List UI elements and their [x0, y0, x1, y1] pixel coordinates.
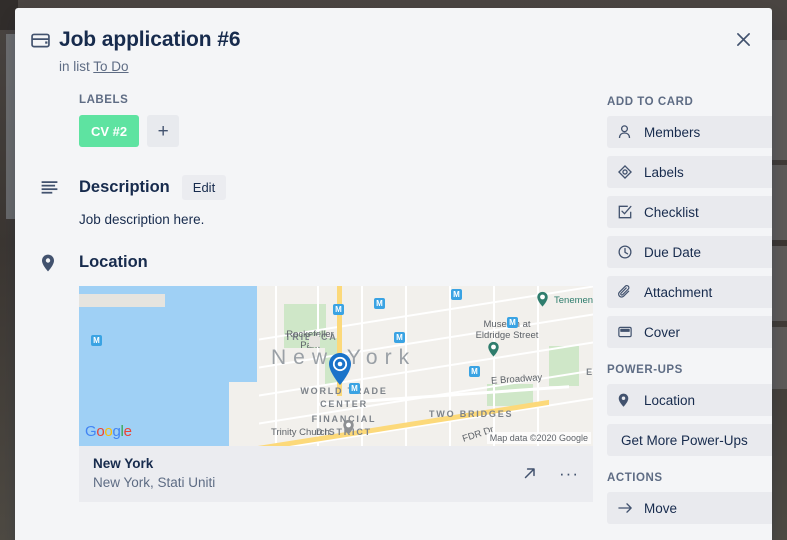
map-transit-badge: M [333, 304, 344, 315]
labels-heading: LABELS [79, 94, 593, 106]
sidebar-heading-actions: ACTIONS [607, 472, 772, 484]
card-icon [31, 26, 59, 48]
map-place-trinity-church: Trinity Church [271, 427, 330, 438]
sidebar-item-label: Attachment [644, 285, 712, 300]
description-body: Job description here. [79, 212, 593, 227]
location-section: Location [31, 253, 593, 502]
sidebar-item-members[interactable]: Members [607, 116, 772, 148]
map-image[interactable]: New York TRIBECA WORLD TRADECENTER FINAN… [79, 286, 593, 446]
map-road-v6 [493, 286, 495, 446]
map-transit-badge: M [451, 289, 462, 300]
location-info-card: New York New York, Stati Uniti ··· [79, 446, 593, 502]
location-map-widget: New York TRIBECA WORLD TRADECENTER FINAN… [79, 286, 593, 502]
sidebar-group-power-ups: POWER-UPS Location Get More Power-Ups [607, 364, 772, 456]
map-park-east [549, 346, 579, 386]
map-transit-badge: M [91, 335, 102, 346]
map-center-marker[interactable] [327, 352, 353, 386]
sidebar-item-checklist[interactable]: Checklist [607, 196, 772, 228]
in-list-prefix: in list [59, 59, 90, 74]
sidebar-item-get-more-power-ups[interactable]: Get More Power-Ups [607, 424, 772, 456]
arrow-right-icon [618, 502, 633, 514]
map-transit-badge: M [374, 298, 385, 309]
description-heading: Description [79, 178, 170, 197]
sidebar-heading-power-ups: POWER-UPS [607, 364, 772, 376]
location-heading: Location [79, 253, 148, 272]
sidebar-item-move[interactable]: Move [607, 492, 772, 524]
labels-section: LABELS CV #2 + [31, 94, 593, 147]
map-label-lowereastside: LOWEREAST SIDE [577, 354, 593, 377]
cover-icon [618, 326, 633, 338]
sidebar-item-label: Members [644, 125, 700, 140]
description-section: Description Edit Job description here. [31, 175, 593, 227]
sidebar-heading-add-to-card: ADD TO CARD [607, 96, 772, 108]
in-list-line: in list To Do [59, 59, 585, 74]
close-icon [736, 32, 751, 47]
label-tag-icon [618, 165, 633, 179]
card-sidebar: ADD TO CARD Members Labels [607, 96, 772, 524]
card-header: Job application #6 in list To Do [15, 8, 585, 74]
sidebar-item-attachment[interactable]: Attachment [607, 276, 772, 308]
clock-icon [618, 245, 633, 259]
backdrop-strip-1 [772, 40, 787, 160]
card-detail-modal: Job application #6 in list To Do LABELS … [15, 8, 772, 540]
plus-icon: + [158, 122, 169, 141]
map-poi-pin-trinity [342, 419, 355, 436]
close-button[interactable] [726, 22, 760, 56]
page-title: Job application #6 [59, 26, 240, 54]
sidebar-item-location[interactable]: Location [607, 384, 772, 416]
map-transit-badge: M [469, 366, 480, 377]
sidebar-item-label: Checklist [644, 205, 699, 220]
map-place-tenement-museum: Tenement Museum [554, 295, 593, 306]
add-label-button[interactable]: + [147, 115, 179, 147]
location-open-button[interactable] [523, 466, 537, 480]
sidebar-item-label: Get More Power-Ups [621, 433, 748, 448]
sidebar-item-due-date[interactable]: Due Date [607, 236, 772, 268]
google-logo: Google [85, 423, 132, 440]
location-more-button[interactable]: ··· [559, 465, 579, 482]
sidebar-item-cover[interactable]: Cover [607, 316, 772, 348]
sidebar-item-label: Move [644, 501, 677, 516]
map-transit-badge [309, 336, 320, 347]
map-label-wtc: WORLD TRADECENTER [284, 386, 404, 409]
backdrop-strip-2 [772, 165, 787, 240]
location-place-address: New York, Stati Uniti [93, 475, 215, 490]
map-pin-icon [31, 254, 79, 272]
sidebar-item-label: Cover [644, 325, 680, 340]
checklist-icon [618, 205, 633, 219]
location-place-name: New York [93, 456, 215, 471]
map-pin-icon [618, 393, 633, 407]
paperclip-icon [618, 285, 633, 299]
sidebar-item-label: Due Date [644, 245, 701, 260]
open-external-icon [523, 466, 537, 480]
sidebar-item-label: Labels [644, 165, 684, 180]
map-road-v7 [537, 286, 539, 446]
map-transit-badge: M [507, 317, 518, 328]
sidebar-group-add-to-card: ADD TO CARD Members Labels [607, 96, 772, 348]
backdrop-strip-3 [772, 246, 787, 321]
person-icon [618, 125, 633, 139]
map-poi-pin-eldridge [487, 341, 500, 358]
map-label-twobridges: TWO BRIDGES [429, 409, 513, 419]
sidebar-group-actions: ACTIONS Move [607, 472, 772, 524]
card-body: LABELS CV #2 + Description [31, 94, 593, 502]
sidebar-item-labels[interactable]: Labels [607, 156, 772, 188]
map-attribution: Map data ©2020 Google [487, 432, 591, 444]
list-name-link[interactable]: To Do [93, 59, 128, 74]
map-water-pier [79, 294, 165, 307]
labels-row: CV #2 + [79, 115, 593, 147]
description-icon [31, 181, 79, 194]
map-transit-badge: M [394, 332, 405, 343]
map-poi-pin-tenement [536, 291, 549, 308]
sidebar-item-label: Location [644, 393, 695, 408]
backdrop-strip-4 [772, 327, 787, 389]
description-edit-button[interactable]: Edit [182, 175, 226, 200]
label-chip-cv2[interactable]: CV #2 [79, 115, 139, 147]
